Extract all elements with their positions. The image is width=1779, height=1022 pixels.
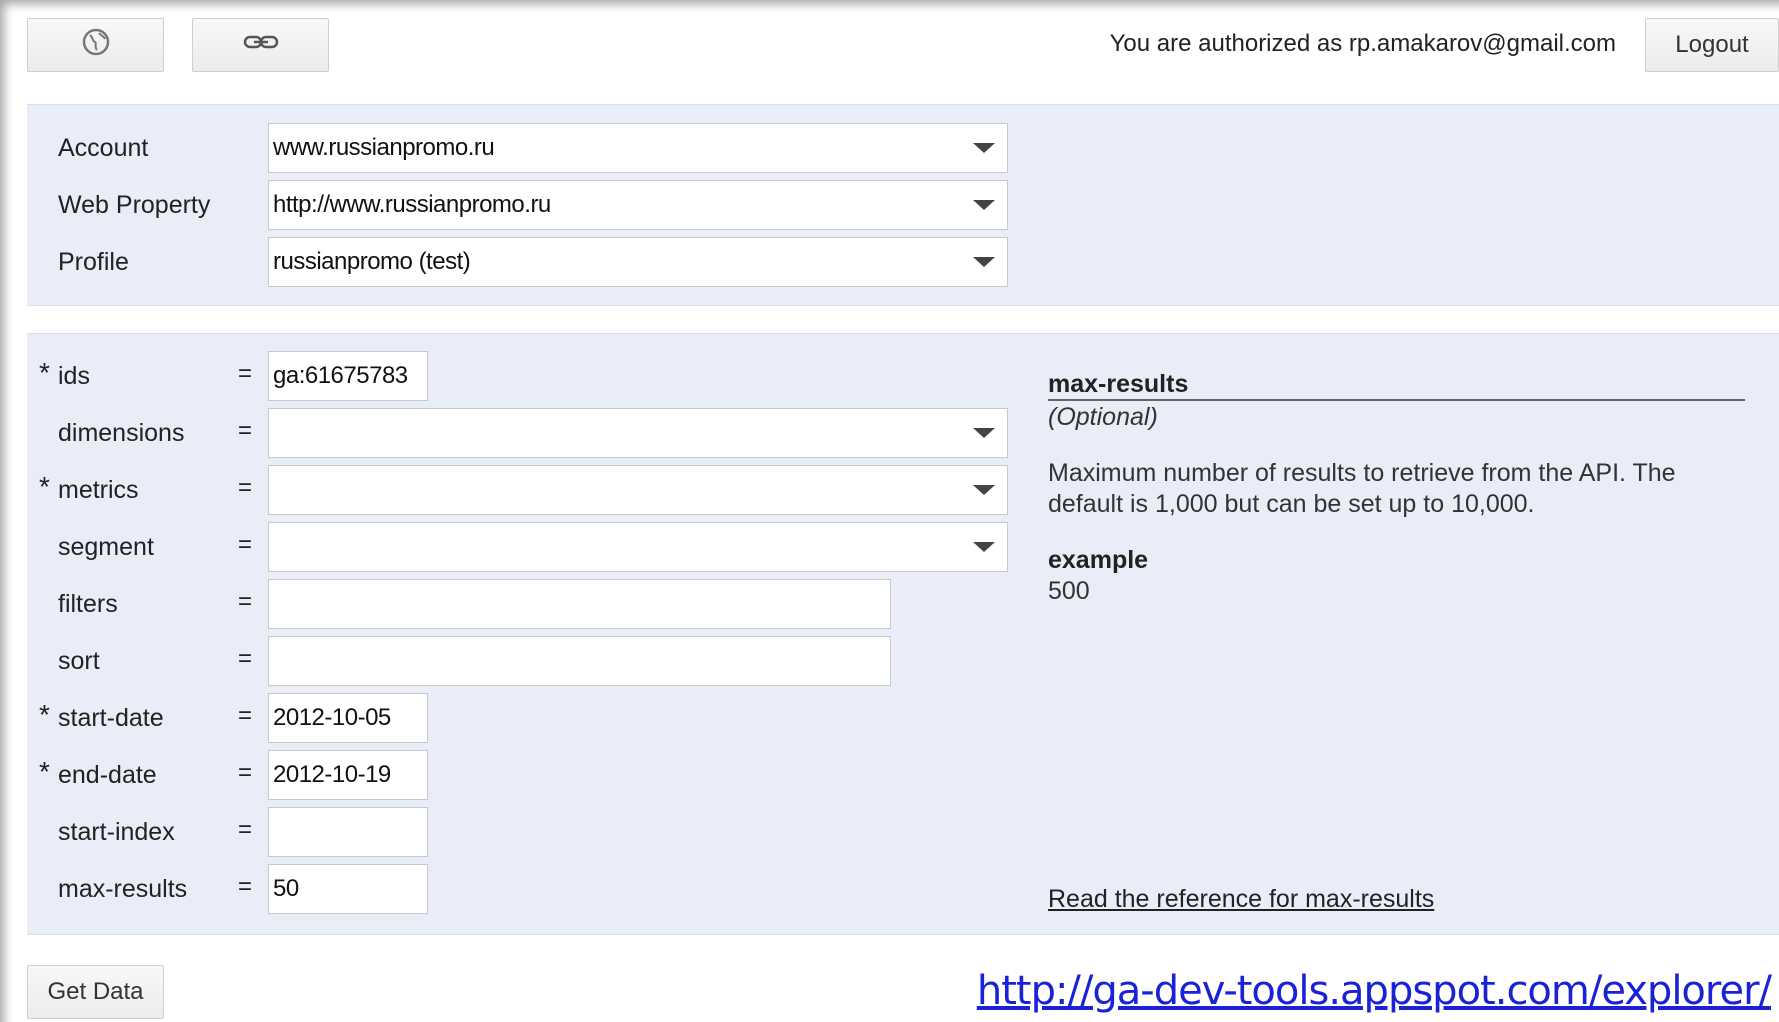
equals-sign: = [238,588,253,615]
metrics-select[interactable] [268,465,1008,515]
dimensions-label: dimensions [58,419,185,447]
max-results-label: max-results [58,875,188,903]
required-marker: * [39,471,50,502]
help-title: max-results [1048,370,1189,398]
account-select[interactable]: www.russianpromo.ru [268,123,1008,173]
sort-label: sort [58,647,100,675]
start-index-label: start-index [58,818,175,846]
web-property-value: http://www.russianpromo.ru [273,191,551,218]
link-icon [243,31,279,59]
start-index-input[interactable] [268,807,428,857]
sort-input[interactable] [268,636,891,686]
footer-url[interactable]: http://ga-dev-tools.appspot.com/explorer… [977,968,1772,1014]
get-data-button[interactable]: Get Data [27,965,164,1019]
equals-sign: = [238,759,253,786]
web-property-select[interactable]: http://www.russianpromo.ru [268,180,1008,230]
help-example-value: 500 [1048,577,1090,605]
chevron-down-icon [973,428,995,438]
account-value: www.russianpromo.ru [273,134,495,161]
chevron-down-icon [973,257,995,267]
profile-value: russianpromo (test) [273,248,471,275]
equals-sign: = [238,417,253,444]
help-example-label: example [1048,546,1149,574]
dimensions-select[interactable] [268,408,1008,458]
filters-label: filters [58,590,118,618]
equals-sign: = [238,474,253,501]
equals-sign: = [238,816,253,843]
chevron-down-icon [973,485,995,495]
start-date-input[interactable]: 2012-10-05 [268,693,428,743]
segment-label: segment [58,533,154,561]
globe-icon [81,27,111,64]
help-optional: (Optional) [1048,403,1158,431]
required-marker: * [39,357,50,388]
metrics-label: metrics [58,476,139,504]
filters-input[interactable] [268,579,891,629]
web-property-label: Web Property [58,191,211,219]
globe-button[interactable] [27,18,164,72]
required-marker: * [39,699,50,730]
help-description: Maximum number of results to retrieve fr… [1048,459,1676,518]
equals-sign: = [238,873,253,900]
link-button[interactable] [192,18,329,72]
start-date-label: start-date [58,704,164,732]
chevron-down-icon [973,542,995,552]
equals-sign: = [238,360,253,387]
end-date-label: end-date [58,761,157,789]
equals-sign: = [238,702,253,729]
chevron-down-icon [973,143,995,153]
auth-status: You are authorized as rp.amakarov@gmail.… [1109,30,1616,57]
ids-label: ids [58,362,90,390]
max-results-input[interactable]: 50 [268,864,428,914]
ids-input[interactable]: ga:61675783 [268,351,428,401]
equals-sign: = [238,531,253,558]
reference-link[interactable]: Read the reference for max-results [1048,885,1434,914]
help-divider [1048,399,1745,401]
chevron-down-icon [973,200,995,210]
logout-button[interactable]: Logout [1645,18,1779,72]
profile-label: Profile [58,248,129,276]
end-date-input[interactable]: 2012-10-19 [268,750,428,800]
profile-select[interactable]: russianpromo (test) [268,237,1008,287]
account-label: Account [58,134,149,162]
required-marker: * [39,756,50,787]
segment-select[interactable] [268,522,1008,572]
equals-sign: = [238,645,253,672]
